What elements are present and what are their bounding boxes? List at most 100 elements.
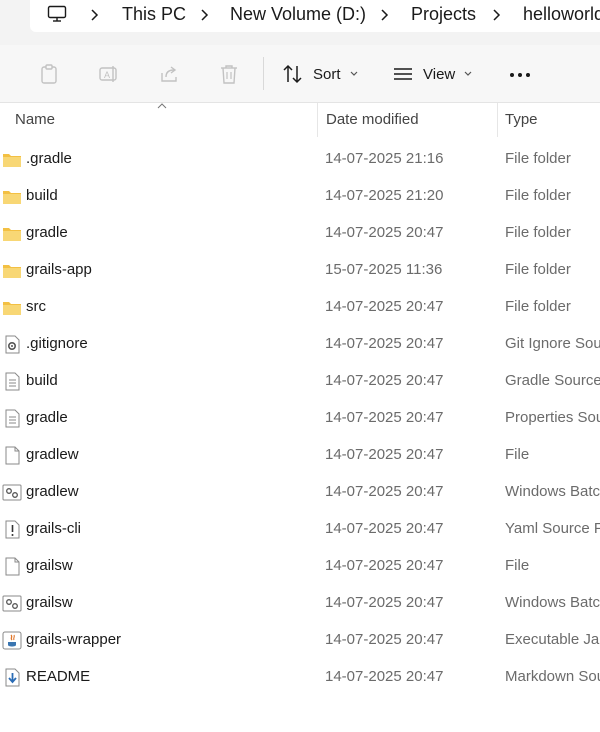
file-type: Windows Batch File: [505, 483, 600, 500]
paste-icon[interactable]: [38, 63, 60, 85]
file-date: 14-07-2025 20:47: [325, 557, 444, 574]
file-date: 14-07-2025 21:20: [325, 187, 444, 204]
batch-file-icon: [2, 595, 22, 612]
file-name: gradlew: [26, 483, 79, 500]
file-type: Executable Jar File: [505, 631, 600, 648]
file-type: File folder: [505, 298, 571, 315]
file-date: 14-07-2025 20:47: [325, 520, 444, 537]
file-date: 14-07-2025 21:16: [325, 150, 444, 167]
jar-file-icon: [2, 631, 22, 650]
file-name: .gitignore: [26, 335, 88, 352]
chevron-right-icon[interactable]: [379, 8, 391, 22]
file-row[interactable]: grails-cli 14-07-2025 20:47 Yaml Source …: [0, 511, 600, 548]
file-row[interactable]: gradle 14-07-2025 20:47 File folder: [0, 215, 600, 252]
file-row[interactable]: grailsw 14-07-2025 20:47 File: [0, 548, 600, 585]
sort-label: Sort: [313, 65, 341, 83]
chevron-down-icon: [350, 71, 357, 76]
more-dot: [518, 73, 522, 77]
file-name: .gradle: [26, 150, 72, 167]
column-name-header[interactable]: Name: [15, 111, 55, 128]
sort-button[interactable]: Sort: [282, 59, 359, 89]
text-file-icon: [5, 409, 20, 428]
file-row[interactable]: gradlew 14-07-2025 20:47 File: [0, 437, 600, 474]
file-date: 14-07-2025 20:47: [325, 631, 444, 648]
blank-file-icon: [5, 557, 20, 576]
chevron-right-icon[interactable]: [491, 8, 503, 22]
file-name: gradle: [26, 224, 68, 241]
breadcrumb-helloworld[interactable]: helloworld: [523, 4, 600, 25]
breadcrumb-this-pc[interactable]: This PC: [122, 4, 186, 25]
file-date: 15-07-2025 11:36: [325, 261, 443, 278]
file-name: grails-wrapper: [26, 631, 122, 648]
command-bar-divider: [263, 57, 264, 90]
command-bar: A Sort View: [0, 45, 600, 103]
column-date-header[interactable]: Date modified: [326, 111, 419, 128]
file-type: Git Ignore Source File: [505, 335, 600, 352]
share-icon[interactable]: [158, 63, 180, 85]
file-type: Yaml Source File: [505, 520, 600, 537]
file-name: grails-app: [26, 261, 92, 278]
file-row[interactable]: gradlew 14-07-2025 20:47 Windows Batch F…: [0, 474, 600, 511]
file-date: 14-07-2025 20:47: [325, 446, 444, 463]
file-explorer-window: This PC New Volume (D:) Projects hellowo…: [0, 0, 600, 732]
file-type: File folder: [505, 150, 571, 167]
chevron-down-icon: [464, 71, 472, 76]
folder-icon: [3, 191, 21, 204]
column-resize-handle[interactable]: [317, 103, 318, 137]
file-row[interactable]: grailsw 14-07-2025 20:47 Windows Batch F…: [0, 585, 600, 622]
chevron-right-icon[interactable]: [199, 8, 211, 22]
file-row[interactable]: build 14-07-2025 21:20 File folder: [0, 178, 600, 215]
file-row[interactable]: .gradle 14-07-2025 21:16 File folder: [0, 141, 600, 178]
file-name: gradle: [26, 409, 68, 426]
column-resize-handle[interactable]: [497, 103, 498, 137]
blank-file-icon: [5, 446, 20, 465]
file-row[interactable]: src 14-07-2025 20:47 File folder: [0, 289, 600, 326]
file-name: README: [26, 668, 91, 685]
file-row[interactable]: grails-app 15-07-2025 11:36 File folder: [0, 252, 600, 289]
rename-icon[interactable]: A: [98, 63, 120, 85]
file-row[interactable]: .gitignore 14-07-2025 20:47 Git Ignore S…: [0, 326, 600, 363]
sort-ascending-icon: [157, 103, 167, 109]
folder-icon: [3, 228, 21, 241]
markdown-file-icon: [5, 668, 20, 687]
file-type: File: [505, 446, 530, 463]
svg-text:A: A: [104, 70, 110, 80]
file-type: File folder: [505, 224, 571, 241]
file-date: 14-07-2025 20:47: [325, 594, 444, 611]
breadcrumb-projects[interactable]: Projects: [411, 4, 476, 25]
file-type: Markdown Source File: [505, 668, 600, 685]
file-date: 14-07-2025 20:47: [325, 668, 444, 685]
file-date: 14-07-2025 20:47: [325, 483, 444, 500]
this-pc-icon[interactable]: [47, 4, 67, 24]
file-list: .gradle 14-07-2025 21:16 File folder bui…: [0, 141, 600, 696]
file-date: 14-07-2025 20:47: [325, 409, 444, 426]
gear-file-icon: [5, 335, 20, 354]
file-type: File folder: [505, 187, 571, 204]
folder-icon: [3, 302, 21, 315]
file-name: grails-cli: [26, 520, 82, 537]
chevron-right-icon[interactable]: [89, 8, 101, 22]
file-type: Gradle Source File: [505, 372, 600, 389]
file-row[interactable]: build 14-07-2025 20:47 Gradle Source Fil…: [0, 363, 600, 400]
folder-icon: [3, 154, 21, 167]
file-name: build: [26, 187, 58, 204]
delete-icon[interactable]: [218, 63, 240, 85]
file-row[interactable]: grails-wrapper 14-07-2025 20:47 Executab…: [0, 622, 600, 659]
breadcrumb-new-volume[interactable]: New Volume (D:): [230, 4, 366, 25]
file-name: gradlew: [26, 446, 79, 463]
file-date: 14-07-2025 20:47: [325, 335, 444, 352]
more-options-button[interactable]: [510, 73, 530, 77]
file-type: File folder: [505, 261, 571, 278]
file-date: 14-07-2025 20:47: [325, 298, 444, 315]
file-date: 14-07-2025 20:47: [325, 372, 444, 389]
view-button[interactable]: View: [392, 59, 473, 89]
address-bar-area: This PC New Volume (D:) Projects hellowo…: [0, 0, 600, 45]
file-row[interactable]: gradle 14-07-2025 20:47 Properties Sourc…: [0, 400, 600, 437]
column-type-header[interactable]: Type: [505, 111, 538, 128]
file-type: Properties Source File: [505, 409, 600, 426]
view-icon: [394, 68, 412, 80]
file-row[interactable]: README 14-07-2025 20:47 Markdown Source …: [0, 659, 600, 696]
yaml-file-icon: [5, 520, 20, 539]
more-dot: [510, 73, 514, 77]
more-dot: [526, 73, 530, 77]
